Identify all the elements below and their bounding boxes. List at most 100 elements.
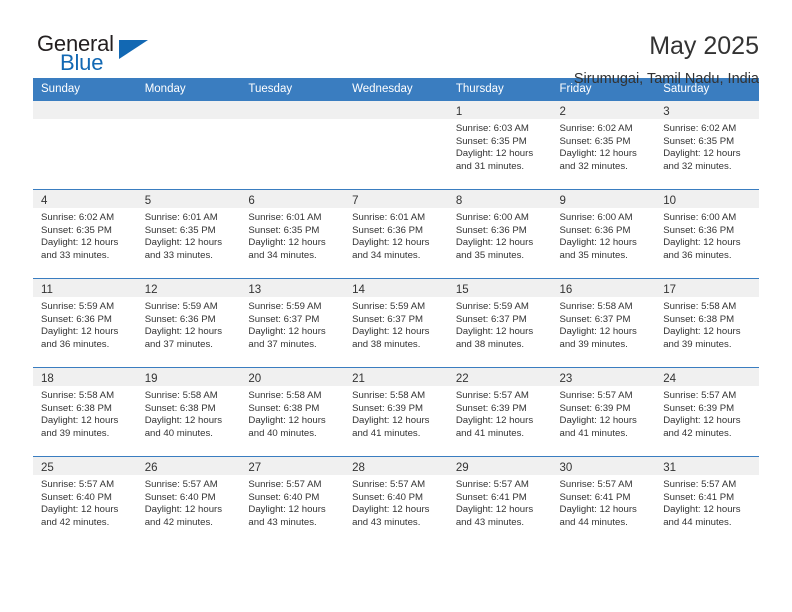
page-header: General Blue May 2025 Sirumugai, Tamil N… [33, 0, 759, 87]
daylight-text: Daylight: 12 hours and 42 minutes. [41, 504, 119, 528]
day-cell-inner: 5 Sunrise: 6:01 AM Sunset: 6:35 PM Daylight… [136, 190, 241, 278]
calendar-day-cell[interactable]: 9 Sunrise: 6:00 AM Sunset: 6:36 PM Daylight… [551, 189, 656, 279]
day-number: 28 [352, 462, 365, 474]
calendar-day-cell[interactable]: 22 Sunrise: 5:57 AM Sunset: 6:39 PM Dayligh… [447, 367, 552, 457]
day-number-band: 16 [551, 279, 656, 297]
sunrise-text: Sunrise: 5:58 AM [248, 390, 322, 401]
daylight-text: Daylight: 12 hours and 36 minutes. [663, 237, 741, 261]
calendar-day-cell[interactable]: 23 Sunrise: 5:57 AM Sunset: 6:39 PM Dayligh… [551, 367, 656, 457]
sunrise-text: Sunrise: 5:59 AM [248, 301, 322, 312]
weekday-header-tuesday: Tuesday [240, 78, 345, 101]
sunrise-text: Sunrise: 5:57 AM [559, 479, 633, 490]
day-cell-inner: 9 Sunrise: 6:00 AM Sunset: 6:36 PM Daylight… [551, 190, 656, 278]
day-number: 27 [248, 462, 262, 474]
calendar-day-cell[interactable]: 18 Sunrise: 5:58 AM Sunset: 6:38 PM Dayligh… [33, 367, 137, 457]
calendar-day-cell[interactable]: 5 Sunrise: 6:01 AM Sunset: 6:35 PM Daylight… [136, 189, 241, 279]
sunset-text: Sunset: 6:39 PM [352, 402, 424, 414]
sunrise-text: Sunrise: 5:58 AM [663, 301, 737, 312]
daylight-text: Daylight: 12 hours and 43 minutes. [455, 504, 534, 528]
day-cell-inner: 26 Sunrise: 5:57 AM Sunset: 6:40 PM Dayligh… [136, 457, 241, 546]
calendar-week-row: 18 Sunrise: 5:58 AM Sunset: 6:38 PM Dayligh… [33, 367, 759, 457]
day-number: 2 [559, 106, 566, 118]
daylight-text: Daylight: 12 hours and 40 minutes. [144, 415, 223, 439]
day-number-band: 31 [655, 457, 759, 475]
brand-logo[interactable]: General Blue [33, 31, 173, 87]
calendar-day-cell[interactable]: 30 Sunrise: 5:57 AM Sunset: 6:41 PM Dayligh… [551, 456, 656, 546]
day-number: 8 [455, 195, 463, 207]
calendar-day-cell[interactable]: 4 Sunrise: 6:02 AM Sunset: 6:35 PM Daylight… [33, 189, 137, 279]
calendar-day-cell[interactable]: 2 Sunrise: 6:02 AM Sunset: 6:35 PM Daylight… [551, 100, 656, 190]
day-number-band: 4 [33, 190, 137, 208]
calendar-day-cell[interactable]: 29 Sunrise: 5:57 AM Sunset: 6:41 PM Dayligh… [447, 456, 552, 546]
calendar-day-cell[interactable]: 8 Sunrise: 6:00 AM Sunset: 6:36 PM Daylight… [447, 189, 552, 279]
calendar-body: 1 Sunrise: 6:03 AM Sunset: 6:35 PM Daylight… [33, 100, 759, 546]
calendar-day-cell[interactable]: 25 Sunrise: 5:57 AM Sunset: 6:40 PM Dayligh… [33, 456, 137, 546]
calendar-day-cell[interactable]: 15 Sunrise: 5:59 AM Sunset: 6:37 PM Dayligh… [447, 278, 552, 368]
calendar-day-cell[interactable]: 6 Sunrise: 6:01 AM Sunset: 6:35 PM Daylight… [240, 189, 345, 279]
day-cell-inner: 15 Sunrise: 5:59 AM Sunset: 6:37 PM Dayligh… [447, 279, 552, 367]
calendar-day-cell[interactable]: 19 Sunrise: 5:58 AM Sunset: 6:38 PM Dayligh… [136, 367, 241, 457]
calendar-day-cell[interactable]: 24 Sunrise: 5:57 AM Sunset: 6:39 PM Dayligh… [655, 367, 759, 457]
day-cell-inner: 20 Sunrise: 5:58 AM Sunset: 6:38 PM Dayligh… [240, 368, 345, 456]
day-cell-inner: 1 Sunrise: 6:03 AM Sunset: 6:35 PM Daylight… [447, 101, 552, 189]
sunrise-text: Sunrise: 5:59 AM [352, 301, 426, 312]
day-cell-inner: 2 Sunrise: 6:02 AM Sunset: 6:35 PM Daylight… [551, 101, 656, 189]
day-number: 10 [663, 195, 677, 207]
calendar-day-cell[interactable]: 31 Sunrise: 5:57 AM Sunset: 6:41 PM Dayligh… [655, 456, 759, 546]
day-cell-inner: 22 Sunrise: 5:57 AM Sunset: 6:39 PM Dayligh… [447, 368, 552, 456]
sunrise-text: Sunrise: 5:58 AM [559, 301, 633, 312]
day-number-band: 26 [136, 457, 241, 475]
day-number: 16 [559, 284, 573, 296]
sunset-text: Sunset: 6:35 PM [663, 135, 735, 147]
sunrise-text: Sunrise: 5:57 AM [663, 479, 737, 490]
day-number-band: 15 [447, 279, 552, 297]
day-cell-inner: 24 Sunrise: 5:57 AM Sunset: 6:39 PM Dayligh… [655, 368, 759, 456]
calendar-day-cell[interactable]: 7 Sunrise: 6:01 AM Sunset: 6:36 PM Daylight… [344, 189, 448, 279]
sunset-text: Sunset: 6:40 PM [144, 491, 216, 503]
calendar-day-cell[interactable]: 12 Sunrise: 5:59 AM Sunset: 6:36 PM Dayligh… [136, 278, 241, 368]
calendar-day-cell[interactable]: 1 Sunrise: 6:03 AM Sunset: 6:35 PM Daylight… [447, 100, 552, 190]
calendar-day-cell[interactable]: 26 Sunrise: 5:57 AM Sunset: 6:40 PM Dayligh… [136, 456, 241, 546]
calendar-day-cell[interactable]: 27 Sunrise: 5:57 AM Sunset: 6:40 PM Dayligh… [240, 456, 345, 546]
day-number: 18 [41, 373, 54, 385]
calendar-day-cell[interactable]: 11 Sunrise: 5:59 AM Sunset: 6:36 PM Dayligh… [33, 278, 137, 368]
calendar-day-cell[interactable]: 16 Sunrise: 5:58 AM Sunset: 6:37 PM Dayligh… [551, 278, 656, 368]
day-number: 4 [41, 195, 48, 207]
calendar-day-cell[interactable]: 14 Sunrise: 5:59 AM Sunset: 6:37 PM Dayligh… [344, 278, 448, 368]
sunset-text: Sunset: 6:36 PM [559, 224, 631, 236]
calendar-day-cell[interactable]: 20 Sunrise: 5:58 AM Sunset: 6:38 PM Dayligh… [240, 367, 345, 457]
day-number-band: 8 [447, 190, 552, 208]
day-cell-inner: 12 Sunrise: 5:59 AM Sunset: 6:36 PM Dayligh… [136, 279, 241, 367]
daylight-text: Daylight: 12 hours and 40 minutes. [248, 415, 326, 439]
sunrise-text: Sunrise: 5:58 AM [144, 390, 218, 401]
day-number: 19 [144, 373, 158, 385]
sunset-text: Sunset: 6:39 PM [455, 402, 527, 414]
day-number: 25 [41, 462, 54, 474]
day-number-band: 21 [344, 368, 448, 386]
day-cell-details: Sunrise: 5:57 AM Sunset: 6:39 PM Daylight:… [448, 386, 552, 440]
brand-triangle-icon [119, 40, 148, 59]
calendar-day-cell[interactable]: 3 Sunrise: 6:02 AM Sunset: 6:35 PM Daylight… [655, 100, 759, 190]
daylight-text: Daylight: 12 hours and 34 minutes. [248, 237, 326, 261]
calendar-day-cell[interactable]: 21 Sunrise: 5:58 AM Sunset: 6:39 PM Dayligh… [344, 367, 448, 457]
day-number-band: 6 [240, 190, 345, 208]
sunset-text: Sunset: 6:37 PM [248, 313, 320, 325]
calendar-page: General Blue May 2025 Sirumugai, Tamil N… [0, 0, 792, 612]
day-cell-inner: 11 Sunrise: 5:59 AM Sunset: 6:36 PM Dayligh… [33, 279, 137, 367]
sunset-text: Sunset: 6:35 PM [144, 224, 216, 236]
day-number: 24 [663, 373, 677, 385]
calendar-day-cell[interactable]: 17 Sunrise: 5:58 AM Sunset: 6:38 PM Dayligh… [655, 278, 759, 368]
day-number-band: 23 [551, 368, 656, 386]
weekday-header-thursday: Thursday [447, 78, 552, 101]
sunset-text: Sunset: 6:40 PM [352, 491, 424, 503]
day-cell-details: Sunrise: 5:58 AM Sunset: 6:37 PM Daylight:… [552, 297, 656, 351]
calendar-day-cell[interactable]: 10 Sunrise: 6:00 AM Sunset: 6:36 PM Dayligh… [655, 189, 759, 279]
daylight-text: Daylight: 12 hours and 41 minutes. [352, 415, 430, 439]
day-number-band: 9 [551, 190, 656, 208]
day-cell-details [137, 119, 241, 123]
calendar-day-cell[interactable]: 13 Sunrise: 5:59 AM Sunset: 6:37 PM Dayligh… [240, 278, 345, 368]
daylight-text: Daylight: 12 hours and 38 minutes. [352, 326, 430, 350]
calendar-day-cell[interactable]: 28 Sunrise: 5:57 AM Sunset: 6:40 PM Dayligh… [344, 456, 448, 546]
day-number: 22 [455, 373, 469, 385]
day-cell-details: Sunrise: 5:58 AM Sunset: 6:39 PM Daylight:… [344, 386, 448, 440]
